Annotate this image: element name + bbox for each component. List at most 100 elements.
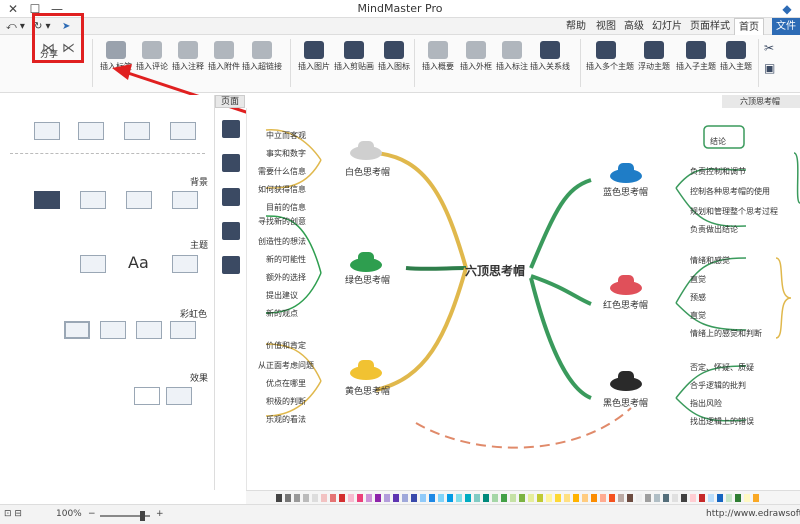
color-swatch[interactable] [339,494,345,502]
effect-pen-icon[interactable] [166,387,192,405]
topic-item[interactable]: 如何获得信息 [258,184,306,195]
topic-item[interactable]: 规划和管理整个思考过程 [690,206,778,217]
layout-org-icon[interactable] [78,122,104,140]
topic-item[interactable]: 预感 [690,292,706,303]
color-swatch[interactable] [564,494,570,502]
topic-item[interactable]: 中立而客观 [266,130,306,141]
topic-item[interactable]: 寻找新的创意 [258,216,306,227]
topic-item[interactable]: 指出风险 [690,398,722,409]
color-swatch[interactable] [393,494,399,502]
topic-item[interactable]: 找出逻辑上的错误 [690,416,754,427]
task-calendar-icon[interactable] [222,256,240,274]
topic-item[interactable]: 情绪上的感觉和判断 [690,328,762,339]
hat-yellow[interactable]: 黄色思考帽 [345,384,390,397]
color-swatch[interactable] [420,494,426,502]
website-link[interactable]: http://www.edrawsoft.cn [706,509,800,519]
callout-note[interactable]: 结论 [710,136,726,147]
color-swatch[interactable] [384,494,390,502]
outline-icon[interactable] [222,154,240,172]
color-swatch[interactable] [411,494,417,502]
color-swatch[interactable] [537,494,543,502]
color-swatch[interactable] [501,494,507,502]
layout-mindmap-icon[interactable] [170,122,196,140]
color-swatch[interactable] [285,494,291,502]
color-swatch[interactable] [510,494,516,502]
topic-item[interactable]: 负责控制和调节 [690,166,746,177]
effect-nopen-icon[interactable] [134,387,160,405]
background-picture-icon[interactable] [126,191,152,209]
color-swatch[interactable] [447,494,453,502]
topic-item[interactable]: 需要什么信息 [258,166,306,177]
topic-item[interactable]: 从正面考虑问题 [258,360,314,371]
zoom-in-button[interactable]: + [156,509,164,519]
topic-item[interactable]: 控制各种思考帽的使用 [690,186,770,197]
zoom-out-button[interactable]: − [88,509,96,519]
topic-item[interactable]: 额外的选择 [266,272,306,283]
color-swatch[interactable] [654,494,660,502]
icon-library-icon[interactable] [222,188,240,206]
fit-page-icon[interactable]: ⊡ ⊟ [4,509,22,519]
color-scheme-1[interactable] [170,321,196,339]
color-swatch[interactable] [492,494,498,502]
color-swatch[interactable] [600,494,606,502]
color-palette[interactable] [246,490,800,504]
hat-green[interactable]: 绿色思考帽 [345,273,390,286]
background-text-icon[interactable] [34,191,60,209]
topic-item[interactable]: 目前的信息 [266,202,306,213]
color-scheme-3[interactable] [100,321,126,339]
color-swatch[interactable] [717,494,723,502]
color-swatch[interactable] [555,494,561,502]
topic-item[interactable]: 新的观点 [266,308,298,319]
document-tab[interactable]: 六顶思考帽 [722,95,800,108]
color-swatch[interactable] [429,494,435,502]
color-swatch[interactable] [645,494,651,502]
background-image-icon[interactable] [172,191,198,209]
page-tab[interactable]: 页面 [215,95,245,108]
color-swatch[interactable] [609,494,615,502]
layout-tree-icon[interactable] [124,122,150,140]
color-swatch[interactable] [627,494,633,502]
topic-item[interactable]: 创造性的想法 [258,236,306,247]
topic-item[interactable]: 情绪和感觉 [690,255,730,266]
color-swatch[interactable] [699,494,705,502]
color-swatch[interactable] [618,494,624,502]
central-topic[interactable]: 六顶思考帽 [465,262,525,279]
color-swatch[interactable] [663,494,669,502]
format-brush-icon[interactable] [222,120,240,138]
color-swatch[interactable] [573,494,579,502]
topic-item[interactable]: 积极的判断 [266,396,306,407]
theme-color-icon[interactable] [80,255,106,273]
theme-structure-icon[interactable] [172,255,198,273]
color-swatch[interactable] [582,494,588,502]
hat-blue[interactable]: 蓝色思考帽 [603,185,648,198]
color-swatch[interactable] [519,494,525,502]
layout-list-icon[interactable] [34,122,60,140]
clipart-library-icon[interactable] [222,222,240,240]
color-swatch[interactable] [708,494,714,502]
color-swatch[interactable] [690,494,696,502]
topic-item[interactable]: 负责做出结论 [690,224,738,235]
color-swatch[interactable] [438,494,444,502]
color-swatch[interactable] [726,494,732,502]
color-swatch[interactable] [303,494,309,502]
color-scheme-4[interactable] [64,321,90,339]
color-swatch[interactable] [546,494,552,502]
color-swatch[interactable] [528,494,534,502]
color-swatch[interactable] [483,494,489,502]
zoom-slider-handle[interactable] [140,511,145,521]
color-swatch[interactable] [330,494,336,502]
color-swatch[interactable] [348,494,354,502]
topic-item[interactable]: 优点在哪里 [266,378,306,389]
color-swatch[interactable] [375,494,381,502]
color-swatch[interactable] [591,494,597,502]
color-swatch[interactable] [681,494,687,502]
topic-item[interactable]: 直觉 [690,274,706,285]
color-swatch[interactable] [294,494,300,502]
zoom-level[interactable]: 100% [56,509,82,519]
color-swatch[interactable] [474,494,480,502]
hat-white[interactable]: 白色思考帽 [345,165,390,178]
topic-item[interactable]: 直觉 [690,310,706,321]
topic-item[interactable]: 价值和肯定 [266,340,306,351]
hat-black[interactable]: 黑色思考帽 [603,396,648,409]
color-swatch[interactable] [366,494,372,502]
